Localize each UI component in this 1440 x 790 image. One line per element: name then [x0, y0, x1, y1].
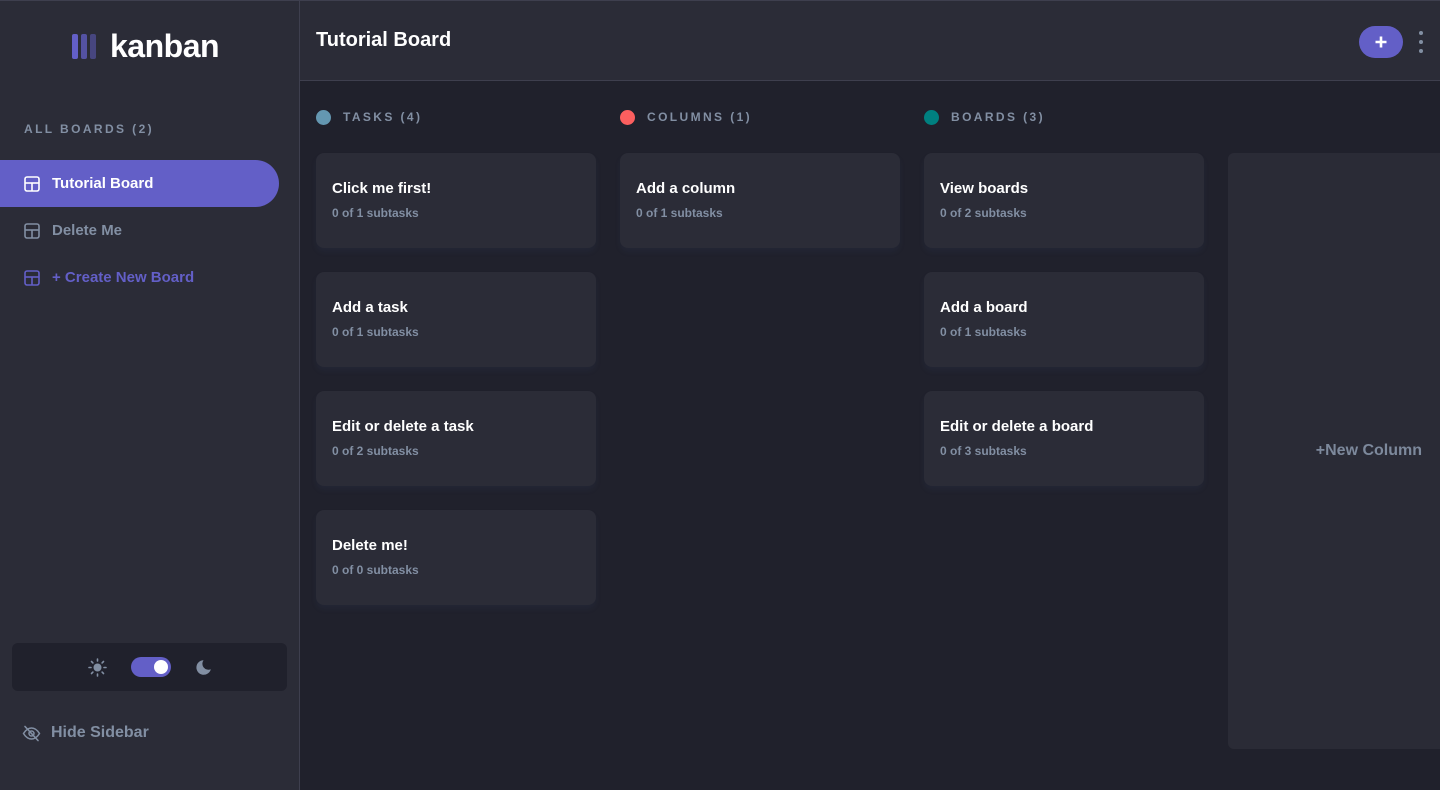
- board-item-tutorial-board[interactable]: Tutorial Board: [0, 160, 279, 207]
- moon-icon: [195, 659, 211, 675]
- logo-text: kanban: [110, 27, 220, 64]
- board-icon: [24, 175, 40, 192]
- board-list: Tutorial Board Delete Me + Create New Bo…: [0, 160, 279, 301]
- card-list: Click me first! 0 of 1 subtasks Add a ta…: [316, 153, 596, 605]
- board-column-boards: BOARDS (3) View boards 0 of 2 subtasks A…: [924, 107, 1204, 486]
- column-header: COLUMNS (1): [620, 107, 900, 127]
- hide-sidebar-label: Hide Sidebar: [51, 724, 149, 741]
- create-new-board-label: + Create New Board: [52, 269, 195, 286]
- task-title: Edit or delete a board: [940, 418, 1094, 435]
- eye-slash-icon: [22, 725, 41, 741]
- task-subtasks: 0 of 1 subtasks: [636, 206, 723, 220]
- task-title: View boards: [940, 180, 1029, 197]
- vertical-ellipsis-icon[interactable]: [1416, 31, 1426, 53]
- column-header: TASKS (4): [316, 107, 596, 127]
- task-subtasks: 0 of 1 subtasks: [332, 325, 419, 339]
- task-card[interactable]: View boards 0 of 2 subtasks: [924, 153, 1204, 248]
- task-subtasks: 0 of 1 subtasks: [332, 206, 419, 220]
- task-title: Edit or delete a task: [332, 418, 474, 435]
- column-title: TASKS (4): [343, 110, 423, 124]
- board-item-label: Delete Me: [52, 222, 123, 239]
- task-title: Delete me!: [332, 537, 408, 554]
- task-card[interactable]: Delete me! 0 of 0 subtasks: [316, 510, 596, 605]
- task-card[interactable]: Click me first! 0 of 1 subtasks: [316, 153, 596, 248]
- column-title: COLUMNS (1): [647, 110, 753, 124]
- task-card[interactable]: Edit or delete a task 0 of 2 subtasks: [316, 391, 596, 486]
- new-column-button[interactable]: +New Column: [1228, 153, 1440, 749]
- task-card[interactable]: Add a column 0 of 1 subtasks: [620, 153, 900, 248]
- board-item-delete-me[interactable]: Delete Me: [0, 207, 279, 254]
- task-title: Click me first!: [332, 180, 432, 197]
- task-title: Add a board: [940, 299, 1028, 316]
- card-list: Add a column 0 of 1 subtasks: [620, 153, 900, 248]
- theme-switch[interactable]: [130, 657, 171, 677]
- board-icon: [24, 222, 40, 239]
- column-color-dot: [924, 109, 939, 125]
- task-subtasks: 0 of 2 subtasks: [332, 444, 419, 458]
- card-list: View boards 0 of 2 subtasks Add a board …: [924, 153, 1204, 486]
- sidebar: kanban ALL BOARDS (2) Tutorial Board Del…: [0, 0, 300, 790]
- logo-icon: [72, 33, 96, 59]
- new-column-label: +New Column: [1315, 442, 1422, 459]
- all-boards-heading: ALL BOARDS (2): [24, 122, 155, 136]
- hide-sidebar-button[interactable]: Hide Sidebar: [22, 721, 149, 745]
- column-header: BOARDS (3): [924, 107, 1204, 127]
- board-column-tasks: TASKS (4) Click me first! 0 of 1 subtask…: [316, 107, 596, 605]
- board-column-columns: COLUMNS (1) Add a column 0 of 1 subtasks: [620, 107, 900, 248]
- logo: kanban: [72, 27, 220, 64]
- task-subtasks: 0 of 1 subtasks: [940, 325, 1027, 339]
- task-subtasks: 0 of 2 subtasks: [940, 206, 1027, 220]
- theme-toggle: [12, 643, 287, 691]
- create-new-board-button[interactable]: + Create New Board: [0, 254, 279, 301]
- column-color-dot: [316, 109, 331, 125]
- theme-switch-knob: [153, 660, 168, 674]
- header: Tutorial Board: [300, 0, 1440, 81]
- board-icon: [24, 269, 40, 286]
- task-title: Add a column: [636, 180, 736, 197]
- task-card[interactable]: Add a task 0 of 1 subtasks: [316, 272, 596, 367]
- sun-icon: [87, 657, 107, 677]
- task-card[interactable]: Add a board 0 of 1 subtasks: [924, 272, 1204, 367]
- task-subtasks: 0 of 0 subtasks: [332, 563, 419, 577]
- column-color-dot: [620, 109, 635, 125]
- plus-icon: [1375, 36, 1387, 48]
- add-task-button[interactable]: [1359, 26, 1403, 58]
- board-item-label: Tutorial Board: [52, 175, 154, 192]
- task-title: Add a task: [332, 299, 408, 316]
- task-subtasks: 0 of 3 subtasks: [940, 444, 1027, 458]
- page-title: Tutorial Board: [316, 29, 452, 51]
- kanban-app: kanban ALL BOARDS (2) Tutorial Board Del…: [0, 0, 1440, 790]
- column-title: BOARDS (3): [951, 110, 1046, 124]
- task-card[interactable]: Edit or delete a board 0 of 3 subtasks: [924, 391, 1204, 486]
